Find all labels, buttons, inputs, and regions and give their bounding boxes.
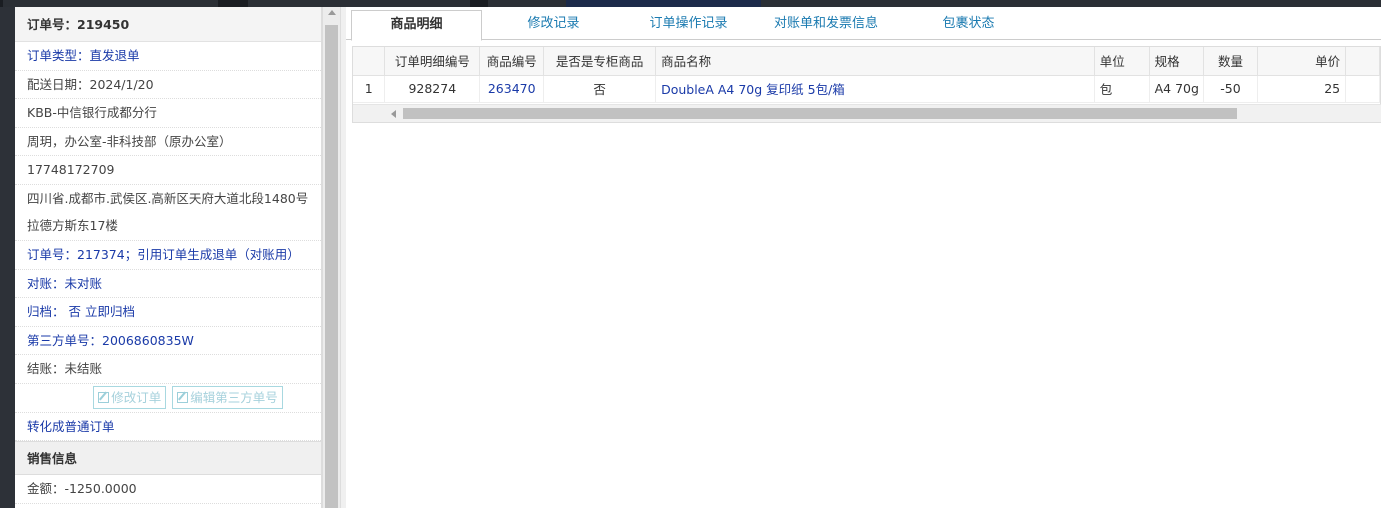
table-header-row: 订单明细编号 商品编号 是否是专柜商品 商品名称 单位 规格 数量 单价	[353, 47, 1380, 76]
cell-counter-product: 否	[543, 75, 657, 103]
tab-bar: 商品明细 修改记录 订单操作记录 对账单和发票信息 包裹状态	[346, 7, 1381, 41]
column-header[interactable]: 订单明细编号	[384, 47, 481, 76]
sales-section-title: 销售信息	[15, 441, 321, 476]
left-panel-scrollbar[interactable]	[322, 7, 340, 508]
contact-info: 周玥，办公室-非科技部（原办公室）	[15, 128, 321, 157]
reconcile-status: 对账：未对账	[15, 270, 321, 299]
column-header[interactable]: 商品编号	[479, 47, 545, 76]
top-bar-segment	[0, 0, 3, 7]
scroll-left-icon[interactable]	[391, 110, 396, 118]
order-number: 订单号：219450	[15, 7, 321, 42]
archive-status[interactable]: 归档： 否 立即归档	[15, 298, 321, 327]
top-bar-segment	[566, 0, 761, 7]
tab-statement-invoice[interactable]: 对账单和发票信息	[761, 10, 891, 40]
column-header	[353, 47, 386, 76]
tab-package-status[interactable]: 包裹状态	[921, 10, 1016, 40]
company-name: KBB-中信银行成都分行	[15, 99, 321, 128]
column-header[interactable]: 规格	[1149, 47, 1204, 76]
tab-product-details[interactable]: 商品明细	[351, 10, 482, 41]
product-grid: 订单明细编号 商品编号 是否是专柜商品 商品名称 单位 规格 数量 单价 1 9…	[352, 46, 1381, 123]
scrollbar-thumb[interactable]	[403, 108, 1237, 119]
cell-quantity: -50	[1203, 75, 1259, 103]
edit-order-button[interactable]: 修改订单	[93, 385, 167, 409]
third-party-number: 第三方单号：2006860835W	[15, 327, 321, 356]
convert-to-normal-link[interactable]: 转化成普通订单	[15, 413, 321, 442]
reference-order: 订单号：217374；引用订单生成退单（对账用）	[15, 241, 321, 270]
address: 四川省.成都市.武侯区.高新区天府大道北段1480号拉德方斯东17楼	[15, 185, 321, 241]
row-number: 1	[353, 75, 386, 103]
sales-amount: 金额：-1250.0000	[15, 475, 321, 504]
edit-icon	[177, 391, 189, 403]
top-bar	[0, 0, 1381, 7]
column-header[interactable]: 单位	[1094, 47, 1150, 76]
edit-order-label: 修改订单	[111, 389, 162, 405]
order-type: 订单类型：直发退单	[15, 42, 321, 71]
action-buttons: 修改订单 编辑第三方单号	[15, 384, 321, 413]
cell-unit-price: 25	[1257, 75, 1347, 103]
cell-detail-id: 928274	[384, 75, 481, 103]
column-header-extra	[1345, 47, 1380, 76]
delivery-date: 配送日期：2024/1/20	[15, 71, 321, 100]
edit-third-party-label: 编辑第三方单号	[190, 389, 278, 405]
column-header[interactable]: 单价	[1257, 47, 1347, 76]
settlement-status: 结账：未结账	[15, 355, 321, 384]
grid-horizontal-scrollbar[interactable]	[353, 104, 1381, 122]
table-row[interactable]: 1 928274 263470 否 DoubleA A4 70g 复印纸 5包/…	[353, 75, 1380, 103]
scroll-up-icon[interactable]	[328, 10, 336, 15]
cell-spec: A4 70g	[1149, 75, 1204, 103]
top-bar-segment	[218, 0, 248, 7]
tab-order-operation-log[interactable]: 订单操作记录	[631, 10, 746, 40]
tab-edit-history[interactable]: 修改记录	[506, 10, 601, 40]
top-bar-segment	[470, 0, 488, 7]
cell-product-id-link[interactable]: 263470	[479, 75, 545, 103]
left-edge	[0, 7, 15, 508]
edit-third-party-button[interactable]: 编辑第三方单号	[172, 385, 283, 409]
column-header[interactable]: 商品名称	[655, 47, 1095, 76]
detail-area: 商品明细 修改记录 订单操作记录 对账单和发票信息 包裹状态 订单明细编号 商品…	[346, 7, 1381, 508]
column-header[interactable]: 数量	[1203, 47, 1259, 76]
edit-icon	[98, 391, 110, 403]
order-info-panel: 订单号：219450 订单类型：直发退单 配送日期：2024/1/20 KBB-…	[15, 7, 322, 508]
phone-number: 17748172709	[15, 156, 321, 185]
cell-extra	[1345, 75, 1380, 103]
column-header[interactable]: 是否是专柜商品	[543, 47, 657, 76]
product-table: 订单明细编号 商品编号 是否是专柜商品 商品名称 单位 规格 数量 单价 1 9…	[353, 47, 1380, 103]
scrollbar-thumb[interactable]	[325, 25, 338, 508]
cell-product-name-link[interactable]: DoubleA A4 70g 复印纸 5包/箱	[655, 75, 1095, 103]
cell-unit: 包	[1094, 75, 1150, 103]
